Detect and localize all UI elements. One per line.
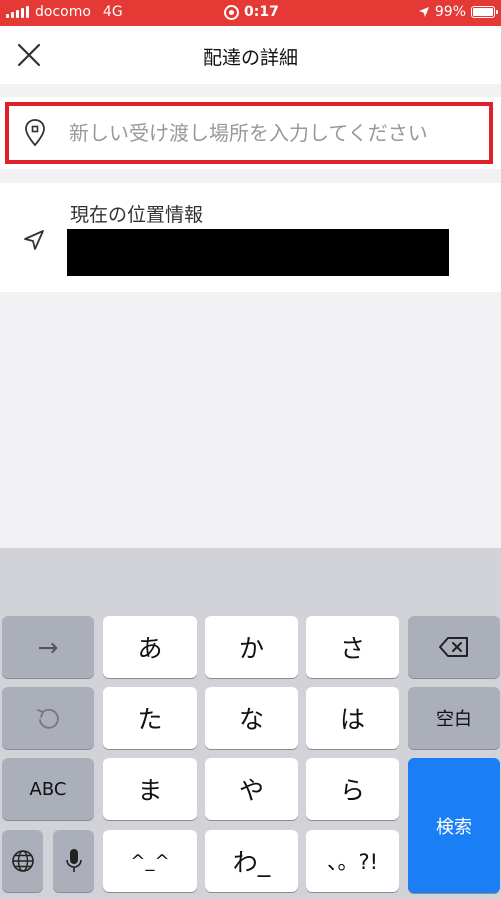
keyboard: → あ か さ た な は 空白 ABC ま や ら 検索 ^_^ わ_ 、。?… — [0, 548, 501, 899]
search-box-highlight[interactable] — [5, 102, 493, 164]
header-bar: 配達の詳細 — [0, 26, 501, 84]
status-center: 0:17 — [224, 4, 279, 20]
location-arrow-icon — [418, 7, 429, 17]
page-title: 配達の詳細 — [202, 47, 298, 69]
status-right: 99% — [418, 4, 498, 20]
current-location-item[interactable]: 現在の位置情報 — [0, 183, 501, 292]
status-bar: docomo 4G 0:17 99% — [0, 0, 501, 26]
network-label: 4G — [102, 4, 123, 20]
key-ha[interactable]: は — [306, 687, 399, 749]
backspace-key[interactable] — [408, 616, 500, 678]
battery-icon — [471, 6, 498, 18]
key-ta[interactable]: た — [103, 687, 197, 749]
key-a[interactable]: あ — [103, 616, 197, 678]
key-ma[interactable]: ま — [103, 758, 197, 820]
key-ra[interactable]: ら — [306, 758, 399, 820]
clock: 0:17 — [244, 4, 279, 20]
battery-percent: 99% — [434, 4, 466, 20]
search-key[interactable]: 検索 — [408, 758, 500, 893]
key-ka[interactable]: か — [205, 616, 298, 678]
backspace-icon — [439, 637, 468, 657]
undo-icon — [37, 708, 59, 729]
emoticon-key[interactable]: ^_^ — [103, 830, 197, 892]
key-sa[interactable]: さ — [306, 616, 399, 678]
globe-icon — [11, 850, 34, 872]
punctuation-key[interactable]: 、。?! — [306, 830, 399, 892]
status-left: docomo 4G — [6, 4, 123, 20]
navigation-arrow-icon — [24, 230, 44, 250]
undo-key[interactable] — [2, 687, 94, 749]
abc-key[interactable]: ABC — [2, 758, 94, 820]
key-wa[interactable]: わ_ — [205, 830, 298, 892]
key-ya[interactable]: や — [205, 758, 298, 820]
current-location-label: 現在の位置情報 — [70, 204, 204, 226]
microphone-icon — [65, 849, 82, 872]
signal-icon — [6, 6, 29, 18]
search-input[interactable] — [69, 121, 469, 145]
microphone-key[interactable] — [53, 830, 94, 892]
arrow-key[interactable]: → — [2, 616, 94, 678]
map-pin-icon — [25, 119, 45, 147]
globe-key[interactable] — [2, 830, 43, 892]
search-row — [0, 97, 501, 169]
space-key[interactable]: 空白 — [408, 687, 500, 749]
carrier-label: docomo — [35, 4, 91, 20]
redacted-address — [67, 229, 449, 276]
key-na[interactable]: な — [205, 687, 298, 749]
screen-record-icon — [224, 4, 239, 20]
